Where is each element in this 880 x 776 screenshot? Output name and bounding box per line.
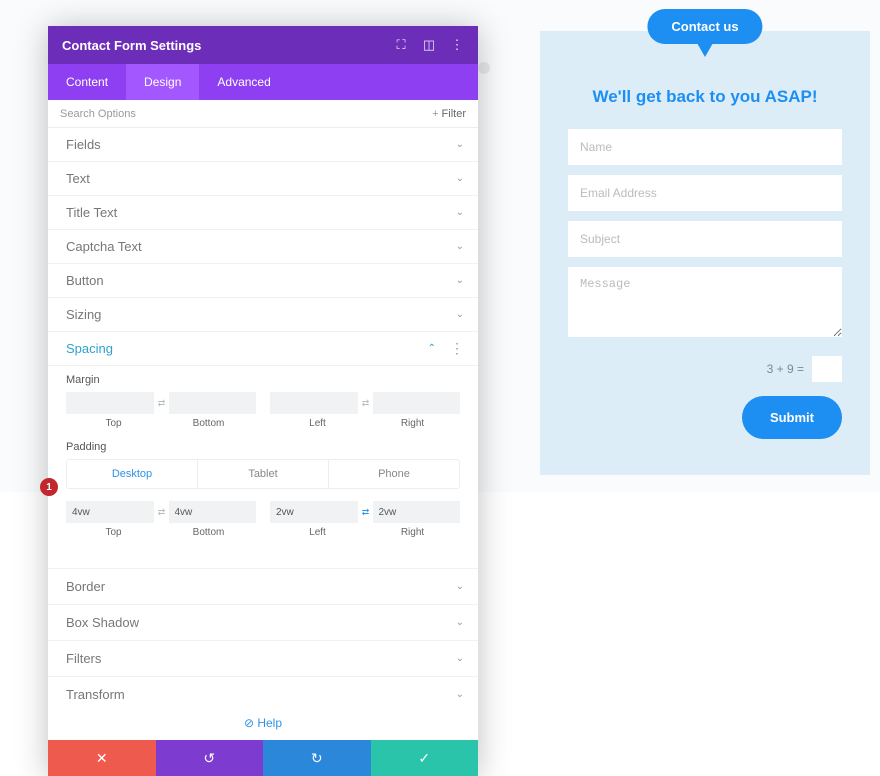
close-icon[interactable] xyxy=(478,62,490,74)
chevron-down-icon: ⌄ xyxy=(456,173,464,184)
subject-field[interactable] xyxy=(568,221,842,257)
action-bar: ✕ ↺ ↻ ✓ xyxy=(48,740,478,776)
link-icon[interactable]: ⇄ xyxy=(359,501,373,523)
form-preview: Contact us We'll get back to you ASAP! 3… xyxy=(540,9,870,475)
padding-inputs: ⇄ ⇄ xyxy=(66,501,460,523)
form-heading: We'll get back to you ASAP! xyxy=(568,87,842,107)
tab-design[interactable]: Design xyxy=(126,64,199,100)
device-desktop[interactable]: Desktop xyxy=(67,460,198,488)
captcha-row: 3 + 9 = xyxy=(568,356,842,382)
section-title-text[interactable]: Title Text⌄ xyxy=(48,196,478,230)
section-button[interactable]: Button⌄ xyxy=(48,264,478,298)
tab-advanced[interactable]: Advanced xyxy=(199,64,288,100)
badge-arrow-icon xyxy=(697,43,713,57)
search-row: Search Options Filter xyxy=(48,100,478,128)
chevron-up-icon: ⌃ xyxy=(428,343,436,354)
chevron-down-icon: ⌄ xyxy=(456,309,464,320)
layout-icon[interactable]: ◫ xyxy=(422,38,436,52)
cancel-button[interactable]: ✕ xyxy=(48,740,156,776)
margin-right-input[interactable] xyxy=(373,392,461,414)
margin-label: Margin xyxy=(66,374,460,386)
section-spacing[interactable]: Spacing⌃⋮ xyxy=(48,332,478,366)
margin-top-input[interactable] xyxy=(66,392,155,414)
padding-bottom-input[interactable] xyxy=(169,501,257,523)
section-sizing[interactable]: Sizing⌄ xyxy=(48,298,478,332)
device-tablet[interactable]: Tablet xyxy=(198,460,329,488)
name-field[interactable] xyxy=(568,129,842,165)
redo-button[interactable]: ↻ xyxy=(263,740,371,776)
section-menu-icon[interactable]: ⋮ xyxy=(450,340,464,357)
chevron-down-icon: ⌄ xyxy=(456,581,464,592)
device-tabs: Desktop Tablet Phone xyxy=(66,459,460,489)
chevron-down-icon: ⌄ xyxy=(456,139,464,150)
tabs-bar: Content Design Advanced xyxy=(48,64,478,100)
settings-panel: Contact Form Settings ⛶ ◫ ⋮ Content Desi… xyxy=(48,26,478,776)
contact-badge: Contact us xyxy=(647,9,762,44)
link-icon[interactable]: ⇄ xyxy=(359,392,373,414)
help-link[interactable]: ⊘ Help xyxy=(48,706,478,740)
margin-left-input[interactable] xyxy=(270,392,359,414)
link-icon[interactable]: ⇄ xyxy=(155,501,169,523)
section-border[interactable]: Border⌄ xyxy=(48,569,478,605)
filter-button[interactable]: Filter xyxy=(432,108,466,120)
chevron-down-icon: ⌄ xyxy=(456,275,464,286)
margin-side-labels: TopBottom LeftRight xyxy=(66,418,460,429)
padding-label: Padding xyxy=(66,441,460,453)
save-button[interactable]: ✓ xyxy=(371,740,479,776)
captcha-text: 3 + 9 = xyxy=(767,362,804,376)
annotation-marker-1: 1 xyxy=(40,478,58,496)
captcha-input[interactable] xyxy=(812,356,842,382)
header-actions: ⛶ ◫ ⋮ xyxy=(394,38,464,52)
section-fields[interactable]: Fields⌄ xyxy=(48,128,478,162)
chevron-down-icon: ⌄ xyxy=(456,689,464,700)
padding-side-labels: TopBottom LeftRight xyxy=(66,527,460,538)
undo-button[interactable]: ↺ xyxy=(156,740,264,776)
panel-header: Contact Form Settings ⛶ ◫ ⋮ xyxy=(48,26,478,64)
email-field[interactable] xyxy=(568,175,842,211)
form-card: We'll get back to you ASAP! 3 + 9 = Subm… xyxy=(540,31,870,475)
message-field[interactable] xyxy=(568,267,842,337)
section-filters[interactable]: Filters⌄ xyxy=(48,641,478,677)
section-transform[interactable]: Transform⌄ xyxy=(48,677,478,706)
margin-inputs: ⇄ ⇄ xyxy=(66,392,460,414)
section-text[interactable]: Text⌄ xyxy=(48,162,478,196)
padding-left-input[interactable] xyxy=(270,501,359,523)
expand-icon[interactable]: ⛶ xyxy=(394,38,408,52)
submit-button[interactable]: Submit xyxy=(742,396,842,439)
padding-right-input[interactable] xyxy=(373,501,461,523)
padding-top-input[interactable] xyxy=(66,501,155,523)
chevron-down-icon: ⌄ xyxy=(456,617,464,628)
section-box-shadow[interactable]: Box Shadow⌄ xyxy=(48,605,478,641)
menu-icon[interactable]: ⋮ xyxy=(450,38,464,52)
tab-content[interactable]: Content xyxy=(48,64,126,100)
sections-list: Fields⌄ Text⌄ Title Text⌄ Captcha Text⌄ … xyxy=(48,128,478,706)
margin-bottom-input[interactable] xyxy=(169,392,257,414)
link-icon[interactable]: ⇄ xyxy=(155,392,169,414)
spacing-content: Margin ⇄ ⇄ TopBottom LeftRight Padding D… xyxy=(48,366,478,569)
search-placeholder[interactable]: Search Options xyxy=(60,108,136,120)
chevron-down-icon: ⌄ xyxy=(456,207,464,218)
section-captcha-text[interactable]: Captcha Text⌄ xyxy=(48,230,478,264)
chevron-down-icon: ⌄ xyxy=(456,653,464,664)
chevron-down-icon: ⌄ xyxy=(456,241,464,252)
device-phone[interactable]: Phone xyxy=(329,460,459,488)
panel-title: Contact Form Settings xyxy=(62,38,201,53)
